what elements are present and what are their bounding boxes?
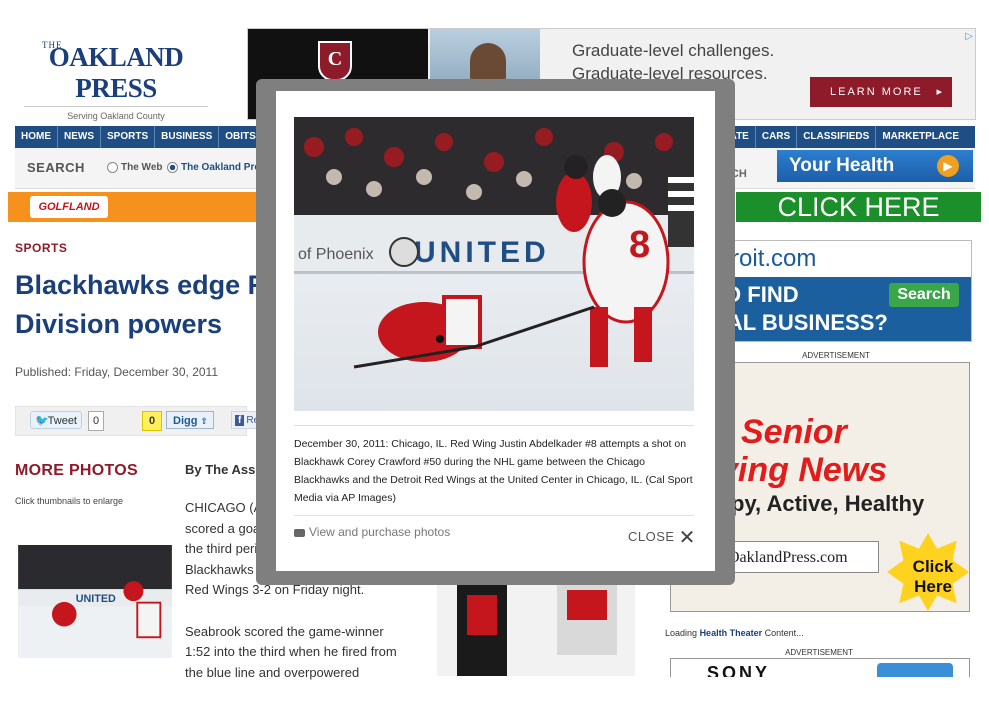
nav-classifieds[interactable]: CLASSIFIEDS <box>797 126 877 148</box>
option-web-label: The Web <box>121 162 163 174</box>
advertisement-label: ADVERTISEMENT <box>802 351 870 360</box>
sony-ad-graphic <box>877 663 953 677</box>
detroit-line-2: CAL BUSINESS? <box>711 310 888 335</box>
golfland-logo: GOLFLAND <box>30 196 108 218</box>
photo-lightbox: of Phoenix UNITED 8 December 30, 2011: C… <box>256 79 735 585</box>
footer-divider <box>294 515 694 516</box>
ad-line-1: Graduate-level challenges. <box>572 41 775 60</box>
detroit-ad-site: etroit.com <box>703 241 971 277</box>
search-option-web[interactable]: The Web <box>107 162 162 173</box>
arena-text: UNITED <box>414 236 550 269</box>
lightbox-photo: of Phoenix UNITED 8 <box>294 117 694 411</box>
chevron-right-icon: ▸ <box>936 86 944 98</box>
story-photo <box>437 585 635 676</box>
tweet-count: 0 <box>88 411 104 431</box>
p2-line-1: Seabrook scored the game-winner <box>185 623 384 639</box>
search-label: SEARCH <box>27 160 85 175</box>
section-label[interactable]: SPORTS <box>15 241 67 255</box>
thumbs-up-icon: ⇧ <box>200 416 209 426</box>
svg-text:UNITED: UNITED <box>76 593 116 605</box>
p2-line-3: the blue line and overpowered <box>185 664 360 680</box>
site-logo[interactable]: THE OAKLAND PRESS Serving Oakland County <box>16 40 216 121</box>
p1-line-1: CHICAGO (A <box>185 500 263 515</box>
tweet-button[interactable]: 🐦 Tweet <box>30 411 82 429</box>
close-button[interactable]: CLOSE ✕ <box>628 525 696 550</box>
senior-ad-line-3: py, Active, Healthy <box>731 491 925 516</box>
logo-the: THE <box>42 40 63 50</box>
sony-logo: SONY <box>707 663 771 677</box>
paragraph-2: Seabrook scored the game-winner 1:52 int… <box>185 622 425 684</box>
photo-caption: December 30, 2011: Chicago, IL. Red Wing… <box>294 438 693 504</box>
view-purchase-link[interactable]: View and purchase photos <box>294 525 450 539</box>
radio-paper[interactable] <box>167 162 178 173</box>
detroit-ad[interactable]: etroit.com TO FIND CAL BUSINESS? Search <box>702 240 972 342</box>
loading-text: Loading Health Theater Content... <box>665 628 804 638</box>
facebook-icon: f <box>235 415 245 426</box>
senior-ad-line-1: Senior <box>741 413 847 451</box>
play-icon: ▶ <box>937 155 959 177</box>
lightbox-dialog: of Phoenix UNITED 8 December 30, 2011: C… <box>276 91 715 571</box>
logo-tagline: Serving Oakland County <box>24 106 208 121</box>
loading-prefix: Loading <box>665 628 698 638</box>
nav-business[interactable]: BUSINESS <box>155 126 220 148</box>
share-bar: 🐦 Tweet 0 0 Digg ⇧ f Re <box>15 406 261 436</box>
digg-label: Digg <box>173 415 198 427</box>
detroit-search-button[interactable]: Search <box>889 283 959 307</box>
player-number: 8 <box>629 224 650 266</box>
senior-ad-line-2: ving News <box>719 451 888 489</box>
click-here-ad[interactable]: CLICK HERE <box>736 192 981 222</box>
sony-ad[interactable]: SONY <box>670 658 970 677</box>
oaklandpress-logo: OaklandPress.com <box>723 541 879 573</box>
caption-divider <box>294 425 694 426</box>
nav-marketplace[interactable]: MARKETPLACE <box>876 126 965 148</box>
digg-count: 0 <box>142 411 162 431</box>
p2-line-2: 1:52 into the third when he fired from <box>185 644 397 659</box>
radio-web[interactable] <box>107 162 118 173</box>
your-health-ad[interactable]: Your Health ▶ <box>777 150 973 182</box>
published-date: Published: Friday, December 30, 2011 <box>15 365 218 379</box>
adchoices-icon[interactable]: ▷ <box>965 31 973 42</box>
nav-right-group: STATECARSCLASSIFIEDSMARKETPLACE <box>712 126 965 148</box>
article-byline: By The Asso <box>185 462 264 477</box>
loading-suffix: Content... <box>764 628 804 638</box>
health-theater-link[interactable]: Health Theater <box>700 628 763 638</box>
thumbnail-hint: Click thumbnails to enlarge <box>15 496 124 506</box>
nav-home[interactable]: HOME <box>15 126 58 148</box>
close-label: CLOSE <box>628 529 675 544</box>
camera-icon <box>294 528 305 537</box>
shield-icon: C <box>318 41 352 81</box>
p1-line-2: scored a goa <box>185 520 261 536</box>
story-image[interactable] <box>437 585 635 676</box>
hockey-photo: of Phoenix UNITED 8 <box>294 117 694 411</box>
your-health-label: Your Health <box>789 155 895 176</box>
more-photos-heading: MORE PHOTOS <box>15 462 139 479</box>
close-icon: ✕ <box>678 527 696 549</box>
learn-more-button[interactable]: LEARN MORE ▸ <box>810 77 952 107</box>
board-text: of Phoenix <box>298 246 374 263</box>
p1-line-4: Blackhawks <box>185 561 254 577</box>
photo-thumbnail[interactable]: UNITED <box>15 545 175 658</box>
senior-click-here[interactable]: Click Here <box>903 557 963 597</box>
digg-button[interactable]: Digg ⇧ <box>166 411 214 429</box>
advertisement-label-2: ADVERTISEMENT <box>785 648 853 657</box>
view-purchase-label: View and purchase photos <box>309 525 451 539</box>
learn-more-label: LEARN MORE <box>830 86 923 98</box>
hockey-thumbnail-image: UNITED <box>18 545 172 658</box>
nav-sports[interactable]: SPORTS <box>101 126 156 148</box>
nav-news[interactable]: NEWS <box>58 126 101 148</box>
tweet-label: Tweet <box>47 415 77 427</box>
twitter-bird-icon: 🐦 <box>35 415 49 427</box>
p1-line-3: the third perio <box>185 541 265 556</box>
nav-cars[interactable]: CARS <box>756 126 798 148</box>
